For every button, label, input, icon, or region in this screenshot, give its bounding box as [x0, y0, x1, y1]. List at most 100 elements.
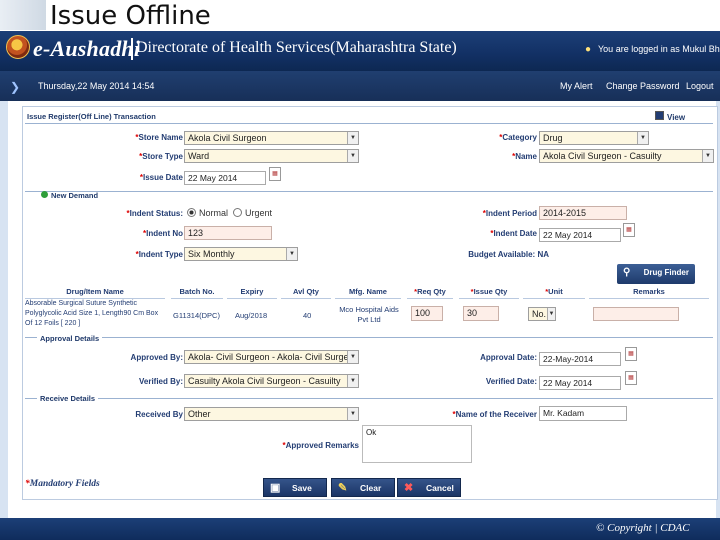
row-batch-no: G11314(DPC): [173, 311, 220, 320]
col-issue-qty: *Issue Qty: [459, 286, 519, 299]
col-avl-qty: Avl Qty: [281, 286, 331, 299]
col-unit: *Unit: [523, 286, 585, 299]
new-demand-heading: New Demand: [51, 191, 99, 200]
row-mfg-name: Mco Hospital Aids Pvt Ltd: [339, 305, 399, 324]
collapse-toggle-icon[interactable]: [41, 191, 48, 198]
store-name-select[interactable]: Akola Civil Surgeon ▼: [184, 131, 359, 145]
indent-date-label: *Indent Date: [490, 229, 537, 238]
form-panel: Issue Register(Off Line) Transaction Vie…: [22, 106, 718, 500]
indent-period-field[interactable]: 2014-2015: [539, 206, 627, 220]
approval-divider: [25, 337, 713, 338]
brand-subtitle: Directorate of Health Services(Maharasht…: [136, 39, 457, 56]
receiver-name-field[interactable]: Mr. Kadam: [539, 406, 627, 421]
brand-name: e-Aushadhi: [33, 36, 141, 61]
save-button[interactable]: ▣ Save: [263, 478, 327, 497]
approval-date-label: Approval Date:: [480, 353, 537, 362]
title-decoration: [0, 0, 46, 30]
chevron-down-icon: ▼: [637, 132, 648, 144]
budget-label: Budget Available: NA: [468, 250, 549, 259]
indent-type-label: *Indent Type: [135, 250, 183, 259]
receive-divider: [25, 398, 713, 399]
indent-period-label: *Indent Period: [482, 209, 537, 218]
chevron-down-icon: ▼: [347, 351, 358, 363]
approved-by-label: Approved By:: [130, 353, 183, 362]
indent-status-label: *Indent Status:: [126, 209, 183, 218]
approval-heading: Approval Details: [37, 334, 103, 343]
logged-in-user: You are logged in as Mukul Bhardwaj: [598, 44, 720, 54]
table-row: Absorable Surgical Suture Synthetic Poly…: [23, 299, 713, 335]
category-label: *Category: [499, 133, 537, 142]
col-batch-no: Batch No.: [171, 286, 223, 299]
approved-remarks-label: *Approved Remarks: [282, 441, 359, 450]
page-left-margin: [0, 101, 8, 521]
broom-icon: ✎: [338, 482, 348, 494]
issue-date-field[interactable]: 22 May 2014: [184, 171, 266, 185]
view-label: View: [667, 113, 686, 122]
receive-heading: Receive Details: [37, 394, 99, 403]
store-name-label: *Store Name: [135, 133, 183, 142]
chevron-down-icon: ▼: [347, 132, 358, 144]
remarks-input[interactable]: [593, 307, 679, 321]
brand-separator: [131, 38, 133, 60]
verified-date-field[interactable]: 22 May 2014: [539, 376, 621, 390]
radio-normal[interactable]: Normal: [187, 208, 228, 218]
radio-urgent[interactable]: Urgent: [233, 208, 272, 218]
verified-by-label: Verified By:: [138, 377, 183, 386]
chevron-down-icon: ▼: [347, 375, 358, 387]
verified-by-select[interactable]: Casuilty Akola Civil Surgeon - Casuilty ▼: [184, 374, 359, 388]
approval-date-field[interactable]: 22-May-2014: [539, 352, 621, 366]
chevron-down-icon: ▼: [347, 150, 358, 162]
unit-select[interactable]: No. ▼: [528, 307, 556, 321]
radio-empty-icon: [233, 208, 242, 217]
calendar-icon[interactable]: ▦: [625, 371, 637, 385]
slide-title: Issue Offline: [50, 1, 211, 31]
chevron-down-icon: ▼: [547, 308, 555, 320]
indent-no-field[interactable]: 123: [184, 226, 272, 240]
row-avl-qty: 40: [303, 311, 312, 320]
verified-date-label: Verified Date:: [485, 377, 537, 386]
nav-logout[interactable]: Logout: [686, 81, 714, 91]
issue-qty-input[interactable]: 30: [463, 306, 499, 321]
drug-finder-button[interactable]: ⚲ Drug Finder: [617, 264, 695, 284]
nav-bar: ❯ Thursday,22 May 2014 14:54 My Alert Ch…: [0, 71, 720, 101]
indent-date-field[interactable]: 22 May 2014: [539, 228, 621, 242]
calendar-icon[interactable]: ▦: [623, 223, 635, 237]
col-remarks: Remarks: [589, 286, 709, 299]
app-header: e-Aushadhi Directorate of Health Service…: [0, 31, 720, 71]
row-expiry: Aug/2018: [235, 311, 268, 320]
received-by-label: Received By: [135, 410, 183, 419]
approved-by-select[interactable]: Akola- Civil Surgeon - Akola- Civil Surg…: [184, 350, 359, 364]
emblem-logo-icon: [6, 35, 30, 59]
issue-date-label: *Issue Date: [139, 173, 183, 182]
nav-change-password[interactable]: Change Password: [606, 81, 680, 91]
name-select[interactable]: Akola Civil Surgeon - Casuilty ▼: [539, 149, 714, 163]
form-title: Issue Register(Off Line) Transaction: [27, 112, 156, 121]
chevron-down-icon: ▼: [702, 150, 713, 162]
copyright-text: © Copyright | CDAC: [596, 522, 690, 534]
row-drug-name: Absorable Surgical Suture Synthetic Poly…: [25, 300, 159, 327]
name-label: *Name: [512, 152, 537, 161]
calendar-icon[interactable]: ▦: [625, 347, 637, 361]
category-select[interactable]: Drug ▼: [539, 131, 649, 145]
view-checkbox[interactable]: [655, 111, 664, 120]
search-icon: ⚲: [623, 267, 631, 278]
store-type-select[interactable]: Ward ▼: [184, 149, 359, 163]
clear-button[interactable]: ✎ Clear: [331, 478, 395, 497]
chevron-down-icon: ▼: [286, 248, 297, 260]
user-lock-icon: ●: [585, 44, 592, 55]
approved-remarks-textarea[interactable]: Ok: [362, 425, 472, 463]
req-qty-input[interactable]: 100: [411, 306, 443, 321]
received-by-select[interactable]: Other ▼: [184, 407, 359, 421]
calendar-icon[interactable]: ▦: [269, 167, 281, 181]
mandatory-note: *Mandatory Fields: [25, 479, 100, 489]
receiver-name-label: *Name of the Receiver: [452, 410, 538, 419]
title-divider: [25, 123, 713, 124]
col-expiry: Expiry: [227, 286, 277, 299]
store-type-label: *Store Type: [139, 152, 183, 161]
nav-datetime: Thursday,22 May 2014 14:54: [38, 81, 155, 91]
nav-my-alert[interactable]: My Alert: [560, 81, 593, 91]
cancel-x-icon: ✖: [404, 482, 414, 494]
indent-type-select[interactable]: Six Monthly ▼: [184, 247, 298, 261]
cancel-button[interactable]: ✖ Cancel: [397, 478, 461, 497]
menu-arrow-icon[interactable]: ❯: [10, 80, 20, 94]
